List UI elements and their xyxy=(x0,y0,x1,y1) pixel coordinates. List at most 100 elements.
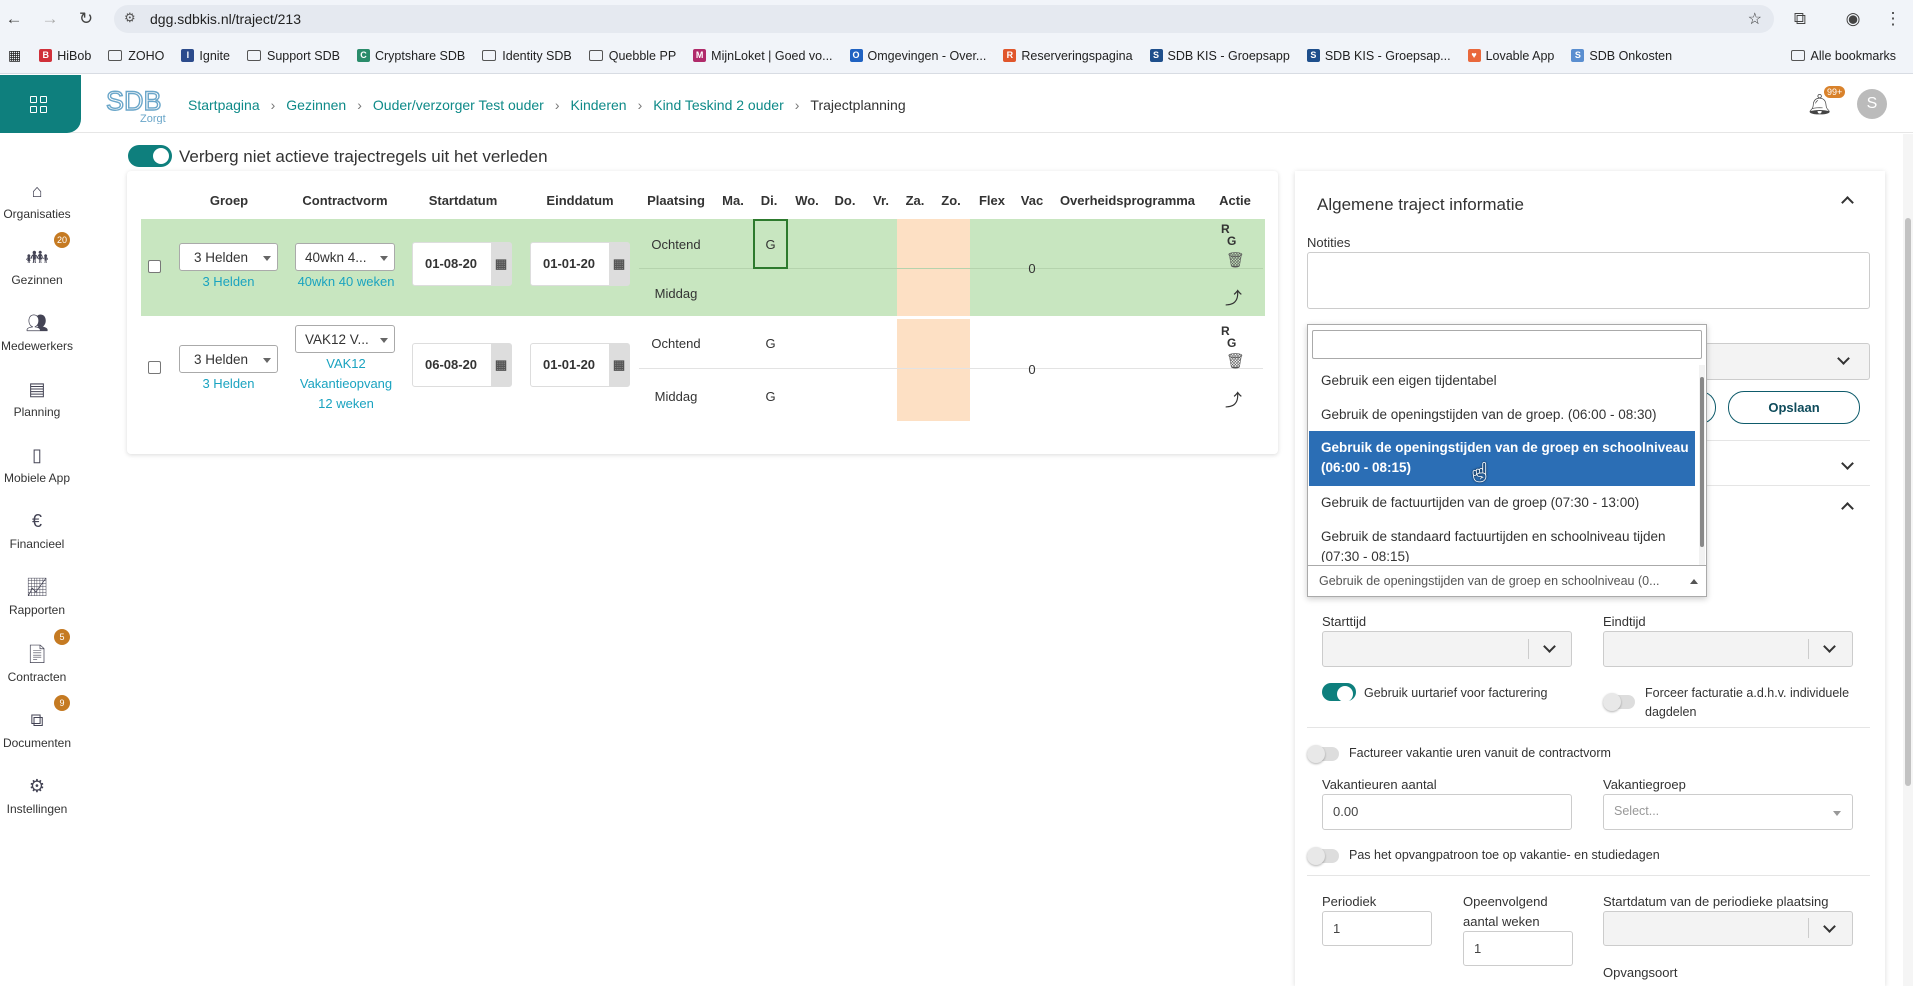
app-menu-button[interactable] xyxy=(0,75,81,133)
forceer-toggle[interactable] xyxy=(1603,693,1635,711)
bookmark-item[interactable]: I Ignite xyxy=(181,49,230,63)
reload-icon[interactable]: ↻ xyxy=(76,9,96,29)
opslaan-button[interactable]: Opslaan xyxy=(1728,391,1860,424)
bookmark-item[interactable]: S SDB KIS - Groepsapp xyxy=(1149,49,1290,63)
notities-textarea[interactable] xyxy=(1307,252,1870,309)
bookmark-item[interactable]: ZOHO xyxy=(108,49,164,63)
calendar-icon[interactable]: ▦ xyxy=(609,243,629,285)
sidebar-item-planning[interactable]: ▤ Planning xyxy=(0,378,74,419)
dropdown-search-input[interactable] xyxy=(1312,330,1702,359)
dropdown-option[interactable]: Gebruik de factuurtijden van de groep (0… xyxy=(1309,493,1695,513)
di-ochtend-value[interactable]: G xyxy=(753,336,788,351)
url-bar[interactable]: ⚙ dgg.sdbkis.nl/traject/213 ☆ xyxy=(114,5,1774,33)
sidebar-item-gezinnen[interactable]: 👪︎ Gezinnen xyxy=(0,246,74,287)
plaatsing-middag: Middag xyxy=(654,389,698,404)
site-info-icon[interactable]: ⚙ xyxy=(124,10,136,26)
bookmark-item[interactable]: C Cryptshare SDB xyxy=(356,49,465,63)
opvangpatroon-toggle[interactable] xyxy=(1307,847,1339,865)
breadcrumb-link[interactable]: Gezinnen xyxy=(286,97,346,113)
groep-select[interactable]: 3 Helden xyxy=(179,243,278,271)
breadcrumb-link[interactable]: Kinderen xyxy=(571,97,627,113)
extensions-icon[interactable]: ⧉ xyxy=(1790,9,1810,29)
startdatum-value: 06-08-20 xyxy=(425,357,478,372)
sidebar-item-instellingen[interactable]: ⚙ Instellingen xyxy=(0,775,74,816)
dropdown-selected-value[interactable]: Gebruik de openingstijden van de groep e… xyxy=(1308,565,1706,596)
bookmark-favicon-icon: M xyxy=(693,49,707,62)
bookmark-item[interactable]: R Reserveringspagina xyxy=(1003,49,1133,63)
sidebar-item-medewerkers[interactable]: 👥︎ Medewerkers xyxy=(0,312,74,353)
contract-link[interactable]: Vakantieopvang xyxy=(290,376,402,391)
di-middag-value[interactable]: G xyxy=(753,389,788,404)
breadcrumb-link[interactable]: Ouder/verzorger Test ouder xyxy=(373,97,544,113)
dropdown-scrollbar-thumb[interactable] xyxy=(1700,377,1704,547)
split-icon[interactable]: ⤴ xyxy=(1225,284,1242,309)
sidebar-item-organisaties[interactable]: ⌂ Organisaties xyxy=(0,180,74,221)
all-bookmarks[interactable]: Alle bookmarks xyxy=(1790,49,1896,63)
trash-icon[interactable]: 🗑︎ xyxy=(1226,352,1245,370)
breadcrumb-link[interactable]: Startpagina xyxy=(188,97,260,113)
forward-icon[interactable]: → xyxy=(40,9,60,29)
uurtarief-toggle[interactable] xyxy=(1322,683,1356,702)
contract-select[interactable]: VAK12 V... xyxy=(295,325,395,353)
split-icon[interactable]: ⤴ xyxy=(1225,386,1242,411)
row-checkbox[interactable] xyxy=(148,260,161,273)
avatar[interactable]: S xyxy=(1857,89,1887,119)
action-g[interactable]: G xyxy=(1227,336,1236,350)
calendar-icon[interactable]: ▦ xyxy=(491,344,511,386)
factureer-vakantie-toggle[interactable] xyxy=(1307,745,1339,763)
vakantiegroep-select[interactable]: Select... xyxy=(1603,794,1853,830)
sdb-logo[interactable]: SDB Zorgt xyxy=(104,84,170,124)
bookmark-item[interactable]: B HiBob xyxy=(39,49,91,63)
bookmark-item[interactable]: S SDB Onkosten xyxy=(1571,49,1672,63)
groep-link[interactable]: 3 Helden xyxy=(179,274,278,289)
bookmark-item[interactable]: Support SDB xyxy=(246,49,340,63)
bookmark-item[interactable]: S SDB KIS - Groepsap... xyxy=(1306,49,1451,63)
dropdown-option[interactable]: Gebruik de openingstijden van de groep. … xyxy=(1309,405,1695,425)
groep-link[interactable]: 3 Helden xyxy=(179,376,278,391)
page-scrollbar-thumb[interactable] xyxy=(1905,218,1911,786)
bookmark-item[interactable]: ♥ Lovable App xyxy=(1467,49,1554,63)
star-icon[interactable]: ☆ xyxy=(1748,9,1762,29)
dropdown-option[interactable]: (07:30 - 08:15) xyxy=(1309,547,1695,562)
apps-icon[interactable]: ▦ xyxy=(8,47,21,64)
calendar-icon[interactable]: ▦ xyxy=(609,344,629,386)
einddatum-field[interactable]: 01-01-20 ▦ xyxy=(530,343,630,387)
bookmark-item[interactable]: M MijnLoket | Goed vo... xyxy=(693,49,833,63)
calendar-icon[interactable]: ▦ xyxy=(491,243,511,285)
bookmark-item[interactable]: O Omgevingen - Over... xyxy=(849,49,986,63)
contract-link[interactable]: VAK12 xyxy=(290,356,402,371)
groep-select[interactable]: 3 Helden xyxy=(179,345,278,373)
bookmark-item[interactable]: Quebble PP xyxy=(588,49,676,63)
contract-link[interactable]: 12 weken xyxy=(290,396,402,411)
chart-icon: 📈︎ xyxy=(25,577,49,597)
periodiek-input[interactable]: 1 xyxy=(1322,911,1432,946)
sidebar-item-label: Financieel xyxy=(9,537,65,551)
bookmark-item[interactable]: Identity SDB xyxy=(482,49,572,63)
eindtijd-select[interactable] xyxy=(1603,631,1853,667)
back-icon[interactable]: ← xyxy=(4,9,24,29)
sidebar-item-financieel[interactable]: € Financieel xyxy=(0,510,74,551)
bookmarks-bar: ▦ B HiBob ZOHO I Ignite Support SDB C Crypt… xyxy=(0,38,1913,74)
contract-select[interactable]: 40wkn 4... xyxy=(295,243,395,271)
action-g[interactable]: G xyxy=(1227,234,1236,248)
startdatum-field[interactable]: 01-08-20 ▦ xyxy=(412,242,512,286)
row-checkbox[interactable] xyxy=(148,361,161,374)
sidebar-item-contracten[interactable]: 📄︎ Contracten xyxy=(0,643,74,684)
contract-link[interactable]: 40wkn 40 weken xyxy=(290,274,402,289)
startdatum-field[interactable]: 06-08-20 ▦ xyxy=(412,343,512,387)
dropdown-option[interactable]: Gebruik een eigen tijdentabel xyxy=(1309,371,1695,391)
sidebar-item-rapporten[interactable]: 📈︎ Rapporten xyxy=(0,576,74,617)
dropdown-option[interactable]: Gebruik de standaard factuurtijden en sc… xyxy=(1309,527,1695,547)
sidebar-item-documenten[interactable]: ⧉ Documenten xyxy=(0,709,74,750)
startdatum-periodiek-select[interactable] xyxy=(1603,911,1853,946)
trash-icon[interactable]: 🗑︎ xyxy=(1226,251,1245,269)
profile-icon[interactable]: ◉ xyxy=(1843,9,1863,29)
starttijd-select[interactable] xyxy=(1322,631,1572,667)
einddatum-field[interactable]: 01-01-20 ▦ xyxy=(530,242,630,286)
breadcrumb-link[interactable]: Kind Teskind 2 ouder xyxy=(653,97,784,113)
hide-inactive-toggle[interactable] xyxy=(128,145,172,167)
menu-icon[interactable]: ⋮ xyxy=(1883,9,1903,29)
opeenvolgend-input[interactable]: 1 xyxy=(1463,931,1573,966)
sidebar-item-mobiele-app[interactable]: ▯ Mobiele App xyxy=(0,444,74,485)
vakantieuren-input[interactable]: 0.00 xyxy=(1322,794,1572,830)
